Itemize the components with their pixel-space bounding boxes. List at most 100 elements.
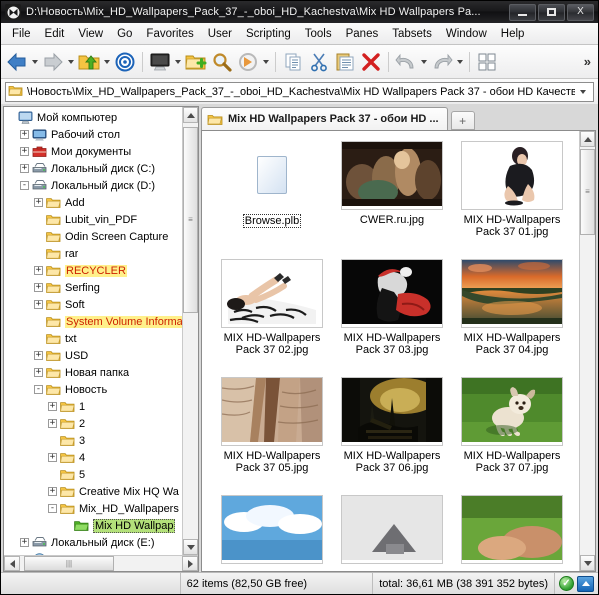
tree-item[interactable]: + Serfing bbox=[6, 279, 182, 296]
menu-window[interactable]: Window bbox=[439, 26, 494, 42]
tree-item[interactable]: - Mix_HD_Wallpapers bbox=[6, 500, 182, 517]
paste-icon[interactable] bbox=[332, 48, 358, 76]
file-thumbnail[interactable] bbox=[221, 257, 323, 329]
delete-icon[interactable] bbox=[358, 48, 384, 76]
menu-edit[interactable]: Edit bbox=[38, 26, 72, 42]
tree-expand-toggle[interactable]: - bbox=[48, 504, 57, 513]
file-item[interactable]: Browse.plb bbox=[212, 139, 332, 255]
tree-item[interactable]: 5 bbox=[6, 466, 182, 483]
file-thumbnail[interactable] bbox=[341, 375, 443, 447]
tree-item[interactable]: + Add bbox=[6, 194, 182, 211]
tree-scroll-track[interactable]: ≡ bbox=[183, 123, 198, 539]
file-item[interactable]: MIX HD-Wallpapers Pack 37 01.jpg bbox=[452, 139, 572, 255]
folder-tree[interactable]: Мой компьютер + Рабочий стол + Мои документы… bbox=[4, 107, 182, 555]
menu-file[interactable]: File bbox=[5, 26, 38, 42]
file-thumbnail[interactable] bbox=[257, 139, 287, 211]
file-scroll-down-button[interactable] bbox=[580, 555, 595, 571]
tree-item[interactable]: + Новая папка bbox=[6, 364, 182, 381]
blue-up-arrow-icon[interactable] bbox=[577, 575, 594, 592]
tree-item[interactable]: 3 bbox=[6, 432, 182, 449]
tree-item[interactable]: + USD bbox=[6, 347, 182, 364]
file-item[interactable] bbox=[332, 493, 452, 571]
file-thumbnail[interactable] bbox=[341, 139, 443, 211]
tree-expand-toggle[interactable]: + bbox=[48, 419, 57, 428]
thumbnail-grid[interactable]: Browse.plb CWER.ru.jpg MIX HD-Wallpapers P… bbox=[202, 131, 579, 571]
tree-expand-toggle[interactable]: + bbox=[34, 300, 43, 309]
tree-item[interactable]: rar bbox=[6, 245, 182, 262]
toolbar-overflow-button[interactable]: » bbox=[584, 54, 595, 69]
address-dropdown-button[interactable] bbox=[575, 83, 591, 101]
tree-item[interactable]: txt bbox=[6, 330, 182, 347]
back-icon[interactable] bbox=[4, 48, 30, 76]
tree-expand-toggle[interactable]: + bbox=[34, 351, 43, 360]
file-item[interactable]: MIX HD-Wallpapers Pack 37 07.jpg bbox=[452, 375, 572, 491]
tree-expand-toggle[interactable]: + bbox=[20, 147, 29, 156]
tree-expand-toggle[interactable]: + bbox=[20, 164, 29, 173]
file-item[interactable] bbox=[212, 493, 332, 571]
cut-icon[interactable] bbox=[306, 48, 332, 76]
file-thumbnail[interactable] bbox=[461, 493, 563, 565]
maximize-button[interactable] bbox=[538, 3, 565, 21]
undo-icon[interactable] bbox=[393, 48, 419, 76]
up-folder-icon[interactable] bbox=[76, 48, 102, 76]
tree-expand-toggle[interactable]: + bbox=[34, 198, 43, 207]
file-thumbnail[interactable] bbox=[221, 493, 323, 565]
redo-icon[interactable] bbox=[429, 48, 455, 76]
tree-scroll-left-button[interactable] bbox=[4, 556, 20, 571]
tree-item[interactable]: + Локальный диск (E:) bbox=[6, 534, 182, 551]
menu-panes[interactable]: Panes bbox=[339, 26, 386, 42]
tree-expand-toggle[interactable]: + bbox=[34, 368, 43, 377]
file-item[interactable]: MIX HD-Wallpapers Pack 37 02.jpg bbox=[212, 257, 332, 373]
minimize-button[interactable] bbox=[509, 3, 536, 21]
file-thumbnail[interactable] bbox=[461, 139, 563, 211]
tree-item[interactable]: + Creative Mix HQ Wa bbox=[6, 483, 182, 500]
file-thumbnail[interactable] bbox=[341, 493, 443, 565]
tree-expand-toggle[interactable]: + bbox=[34, 266, 43, 275]
file-item[interactable]: CWER.ru.jpg bbox=[332, 139, 452, 255]
tree-item[interactable]: Мой компьютер bbox=[6, 109, 182, 126]
menu-tabsets[interactable]: Tabsets bbox=[385, 26, 439, 42]
tree-expand-toggle[interactable]: + bbox=[48, 402, 57, 411]
tree-scroll-down-button[interactable] bbox=[183, 539, 198, 555]
copy-icon[interactable] bbox=[280, 48, 306, 76]
back-dropdown-arrow-icon[interactable] bbox=[30, 48, 40, 76]
new-folder-icon[interactable] bbox=[183, 48, 209, 76]
tree-vertical-scrollbar[interactable]: ≡ bbox=[182, 107, 198, 555]
tree-expand-toggle[interactable]: + bbox=[20, 130, 29, 139]
file-item[interactable]: MIX HD-Wallpapers Pack 37 05.jpg bbox=[212, 375, 332, 491]
tree-item[interactable]: - Новость bbox=[6, 381, 182, 398]
menu-favorites[interactable]: Favorites bbox=[139, 26, 200, 42]
file-item[interactable]: MIX HD-Wallpapers Pack 37 06.jpg bbox=[332, 375, 452, 491]
tree-expand-toggle[interactable]: + bbox=[48, 453, 57, 462]
tree-expand-toggle[interactable]: - bbox=[34, 385, 43, 394]
tree-scroll-up-button[interactable] bbox=[183, 107, 198, 123]
tree-item[interactable]: Lubit_vin_PDF bbox=[6, 211, 182, 228]
file-scroll-up-button[interactable] bbox=[580, 131, 595, 147]
find-files-icon[interactable] bbox=[209, 48, 235, 76]
file-item[interactable] bbox=[452, 493, 572, 571]
tree-scroll-right-button[interactable] bbox=[182, 556, 198, 571]
tree-item[interactable]: - Локальный диск (D:) bbox=[6, 177, 182, 194]
forward-dropdown-arrow-icon[interactable] bbox=[66, 48, 76, 76]
close-button[interactable]: X bbox=[567, 3, 594, 21]
up-folder-dropdown-arrow-icon[interactable] bbox=[102, 48, 112, 76]
tree-item[interactable]: + Soft bbox=[6, 296, 182, 313]
tree-item[interactable]: + Мои документы bbox=[6, 143, 182, 160]
check-circle-icon[interactable]: ✓ bbox=[559, 576, 574, 591]
menu-go[interactable]: Go bbox=[110, 26, 139, 42]
file-scroll-track[interactable]: ≡ bbox=[580, 147, 595, 555]
computer-icon[interactable] bbox=[147, 48, 173, 76]
address-input[interactable]: \Новость\Mix_HD_Wallpapers_Pack_37_-_obo… bbox=[5, 81, 594, 102]
tree-hscroll-thumb[interactable]: ||| bbox=[24, 556, 114, 571]
target-locate-icon[interactable] bbox=[112, 48, 138, 76]
tree-item[interactable]: + RECYCLER bbox=[6, 262, 182, 279]
file-thumbnail[interactable] bbox=[341, 257, 443, 329]
file-thumbnail[interactable] bbox=[221, 375, 323, 447]
go-to-icon[interactable] bbox=[235, 48, 261, 76]
redo-dropdown-arrow-icon[interactable] bbox=[455, 48, 465, 76]
tree-expand-toggle[interactable]: + bbox=[48, 487, 57, 496]
file-scroll-thumb[interactable]: ≡ bbox=[580, 149, 595, 235]
tree-expand-toggle[interactable]: + bbox=[34, 283, 43, 292]
menu-user[interactable]: User bbox=[201, 26, 239, 42]
menu-help[interactable]: Help bbox=[494, 26, 532, 42]
